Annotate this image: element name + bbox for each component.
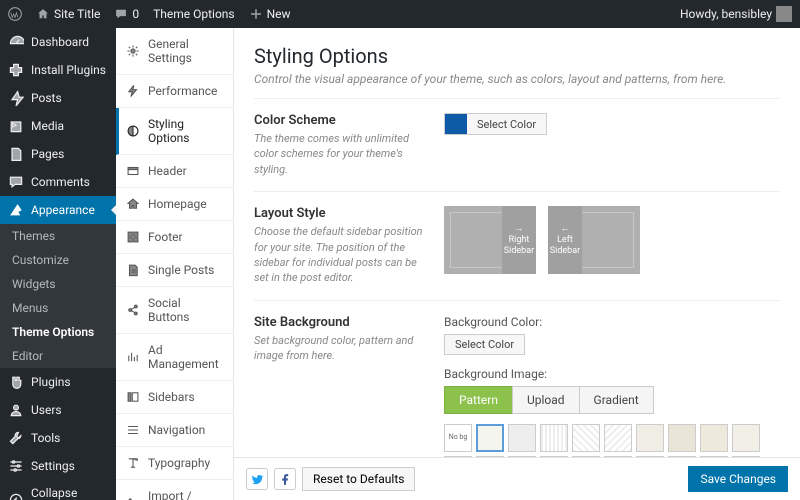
bgimg-tabs: PatternUploadGradient xyxy=(444,386,780,414)
optmenu-footer[interactable]: Footer xyxy=(116,221,233,254)
optmenu-navigation[interactable]: Navigation xyxy=(116,414,233,447)
wp-admin-menu: DashboardInstall PluginsPostsMediaPagesC… xyxy=(0,28,116,500)
tab-upload[interactable]: Upload xyxy=(512,386,580,414)
theme-options-link[interactable]: Theme Options xyxy=(153,7,235,21)
wpmenu-posts[interactable]: Posts xyxy=(0,84,116,112)
color-scheme-title: Color Scheme xyxy=(254,113,424,128)
bgimg-label: Background Image: xyxy=(444,367,780,381)
tab-pattern[interactable]: Pattern xyxy=(444,386,513,414)
section-color-scheme: Color Scheme The theme comes with unlimi… xyxy=(254,98,780,191)
page-subtitle: Control the visual appearance of your th… xyxy=(254,72,780,86)
pattern-5[interactable] xyxy=(604,424,632,452)
pattern-8[interactable] xyxy=(700,424,728,452)
howdy-user[interactable]: Howdy, bensibley xyxy=(680,6,792,22)
wpmenu-sub-theme-options[interactable]: Theme Options xyxy=(0,320,116,344)
pattern-1[interactable] xyxy=(476,424,504,452)
layout-style-desc: Choose the default sidebar position for … xyxy=(254,224,424,286)
wpmenu-sub-customize[interactable]: Customize xyxy=(0,248,116,272)
wpmenu-install-plugins[interactable]: Install Plugins xyxy=(0,56,116,84)
wpmenu-settings[interactable]: Settings xyxy=(0,452,116,480)
tab-gradient[interactable]: Gradient xyxy=(579,386,654,414)
save-button[interactable]: Save Changes xyxy=(688,466,788,492)
bgcolor-button[interactable]: Select Color xyxy=(444,334,525,355)
bgcolor-label: Background Color: xyxy=(444,315,780,329)
layout-right-sidebar[interactable]: →Right Sidebar xyxy=(444,206,536,274)
pattern-4[interactable] xyxy=(572,424,600,452)
pattern-9[interactable] xyxy=(732,424,760,452)
optmenu-typography[interactable]: Typography xyxy=(116,447,233,480)
wpmenu-dashboard[interactable]: Dashboard xyxy=(0,28,116,56)
site-link[interactable]: Site Title xyxy=(36,7,100,21)
site-bg-title: Site Background xyxy=(254,315,424,330)
optmenu-social-buttons[interactable]: Social Buttons xyxy=(116,287,233,334)
color-scheme-desc: The theme comes with unlimited color sch… xyxy=(254,131,424,177)
wpmenu-appearance[interactable]: Appearance xyxy=(0,196,116,224)
new-link[interactable]: New xyxy=(249,7,291,21)
wpmenu-media[interactable]: Media xyxy=(0,112,116,140)
wpmenu-sub-themes[interactable]: Themes xyxy=(0,224,116,248)
wpmenu-users[interactable]: Users xyxy=(0,396,116,424)
options-sidebar: General SettingsPerformanceStyling Optio… xyxy=(116,28,234,500)
optmenu-single-posts[interactable]: Single Posts xyxy=(116,254,233,287)
pattern-2[interactable] xyxy=(508,424,536,452)
twitter-icon[interactable] xyxy=(246,468,268,490)
wpmenu-collapse-menu[interactable]: Collapse menu xyxy=(0,480,116,500)
wpmenu-sub-editor[interactable]: Editor xyxy=(0,344,116,368)
wpmenu-tools[interactable]: Tools xyxy=(0,424,116,452)
pattern-3[interactable] xyxy=(540,424,568,452)
optmenu-general-settings[interactable]: General Settings xyxy=(116,28,233,75)
comments-link[interactable]: 0 xyxy=(114,7,139,21)
pattern-7[interactable] xyxy=(668,424,696,452)
pattern-0[interactable]: No bg xyxy=(444,424,472,452)
color-swatch xyxy=(445,114,467,134)
optmenu-homepage[interactable]: Homepage xyxy=(116,188,233,221)
footer-bar: Reset to Defaults Save Changes xyxy=(234,457,800,500)
optmenu-header[interactable]: Header xyxy=(116,155,233,188)
reset-button[interactable]: Reset to Defaults xyxy=(302,467,415,491)
optmenu-performance[interactable]: Performance xyxy=(116,75,233,108)
wp-logo-icon[interactable] xyxy=(8,7,22,21)
wpmenu-plugins[interactable]: Plugins xyxy=(0,368,116,396)
layout-style-title: Layout Style xyxy=(254,206,424,221)
optmenu-ad-management[interactable]: Ad Management xyxy=(116,334,233,381)
optmenu-styling-options[interactable]: Styling Options xyxy=(116,108,233,155)
wpmenu-comments[interactable]: Comments xyxy=(0,168,116,196)
site-bg-desc: Set background color, pattern and image … xyxy=(254,333,424,364)
wpmenu-sub-widgets[interactable]: Widgets xyxy=(0,272,116,296)
wpmenu-pages[interactable]: Pages xyxy=(0,140,116,168)
page-title: Styling Options xyxy=(254,44,780,68)
pattern-6[interactable] xyxy=(636,424,664,452)
section-layout-style: Layout Style Choose the default sidebar … xyxy=(254,191,780,300)
select-color-button[interactable]: Select Color xyxy=(444,113,547,135)
facebook-icon[interactable] xyxy=(274,468,296,490)
layout-left-sidebar[interactable]: ←Left Sidebar xyxy=(548,206,640,274)
wpmenu-sub-menus[interactable]: Menus xyxy=(0,296,116,320)
main-panel: Styling Options Control the visual appea… xyxy=(234,28,800,500)
optmenu-import-export[interactable]: Import / Export xyxy=(116,480,233,500)
optmenu-sidebars[interactable]: Sidebars xyxy=(116,381,233,414)
admin-topbar: Site Title 0 Theme Options New Howdy, be… xyxy=(0,0,800,28)
avatar xyxy=(776,6,792,22)
